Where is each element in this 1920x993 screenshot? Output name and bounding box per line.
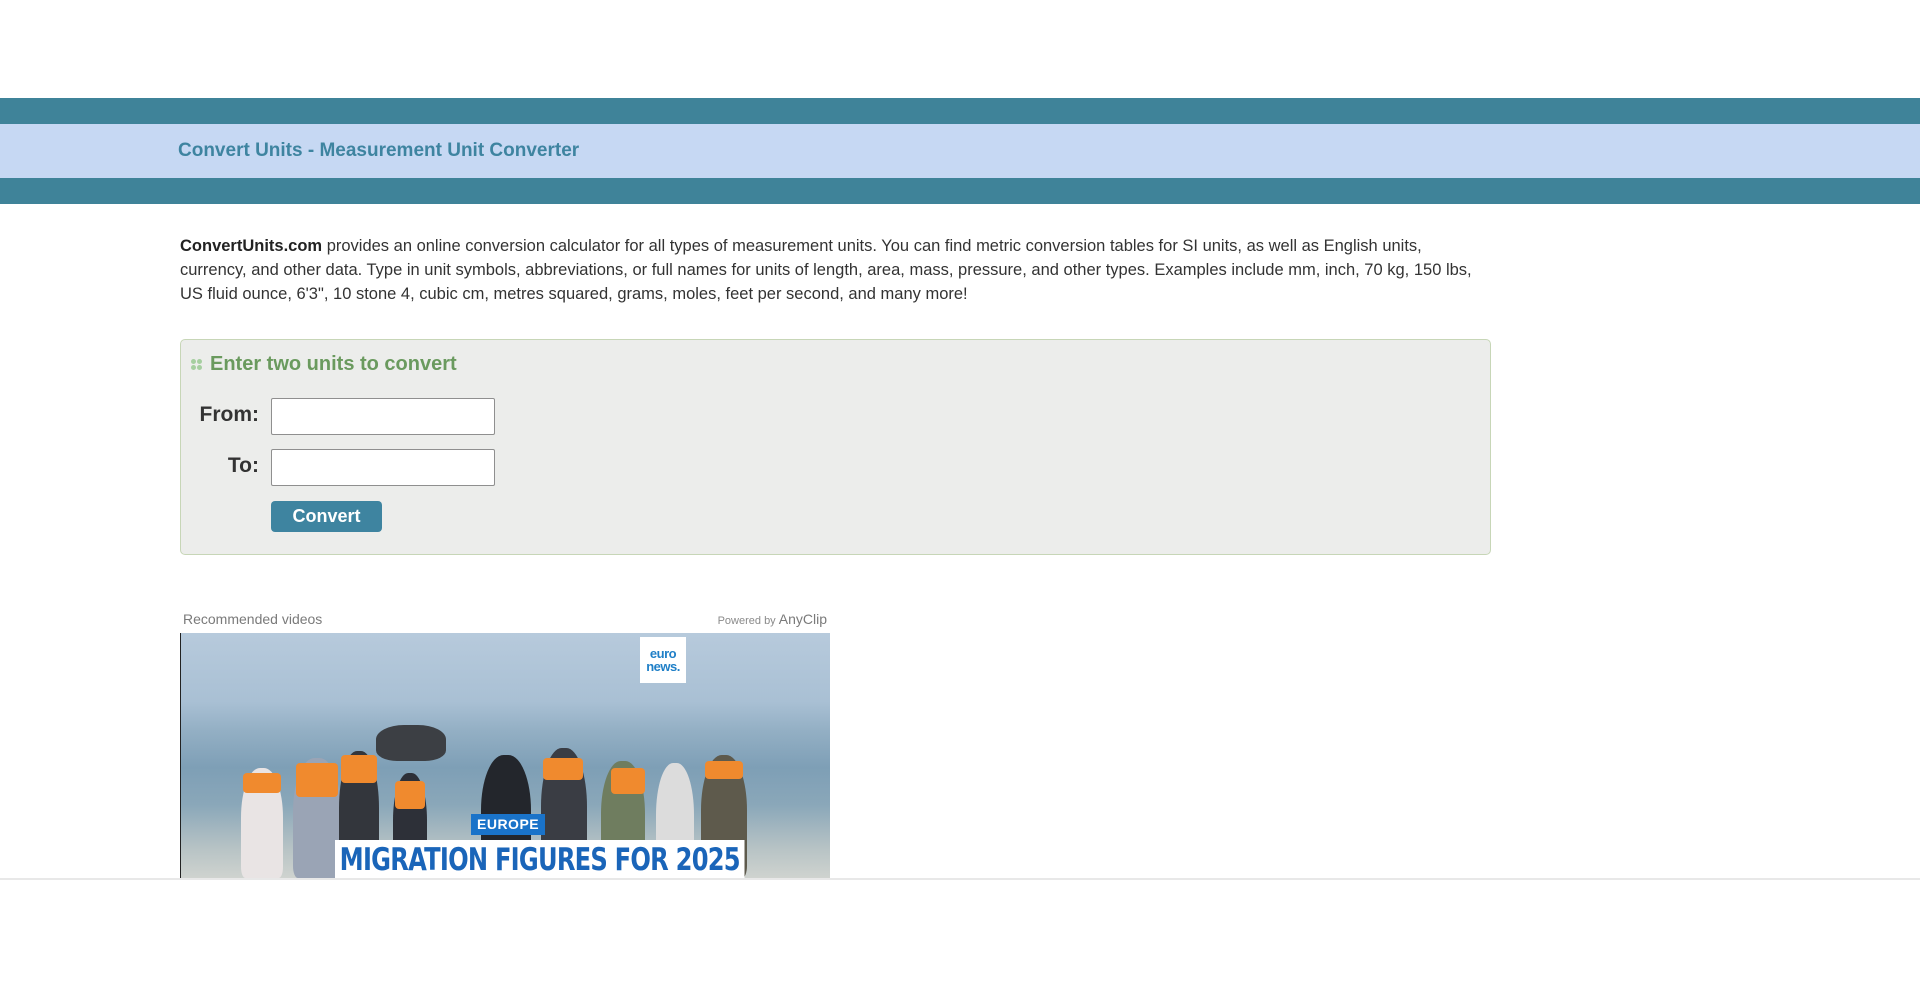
video-player[interactable]: euro news. EUROPE MIGRATION FIGURES FOR … (180, 633, 830, 878)
bottom-bar (0, 878, 1920, 993)
site-title-link[interactable]: Convert Units - Measurement Unit Convert… (178, 140, 579, 162)
life-vest (705, 761, 743, 779)
powered-prefix: Powered by (717, 615, 776, 627)
to-label: To: (227, 454, 259, 477)
life-vest (395, 781, 425, 809)
converter-panel: Enter two units to convert From: To: Con… (180, 339, 1491, 555)
boat-shape (376, 725, 446, 761)
converter-heading: Enter two units to convert (191, 353, 457, 376)
from-label: From: (199, 403, 260, 426)
euronews-logo: euro news. (640, 637, 686, 683)
life-vest (341, 755, 377, 783)
to-input[interactable] (271, 449, 495, 486)
intro-brand: ConvertUnits.com (180, 237, 323, 255)
video-header: Recommended videos Powered by AnyClip (183, 611, 827, 627)
intro-paragraph: ConvertUnits.com provides an online conv… (180, 234, 1490, 306)
life-vest (243, 773, 281, 793)
from-input[interactable] (271, 398, 495, 435)
anyclip-brand: AnyClip (778, 611, 827, 627)
recommended-videos-label: Recommended videos (183, 611, 323, 627)
video-headline: MIGRATION FIGURES FOR 2025 (335, 840, 745, 878)
life-vest (543, 758, 583, 780)
life-vest (296, 763, 338, 797)
powered-by: Powered by AnyClip (718, 611, 827, 627)
grip-dots-icon (191, 358, 203, 371)
convert-button[interactable]: Convert (271, 501, 382, 532)
life-vest (611, 768, 645, 794)
intro-text: provides an online conversion calculator… (180, 237, 1472, 303)
category-badge: EUROPE (471, 814, 546, 835)
logo-line-2: news. (646, 659, 680, 674)
converter-title: Enter two units to convert (210, 353, 457, 375)
